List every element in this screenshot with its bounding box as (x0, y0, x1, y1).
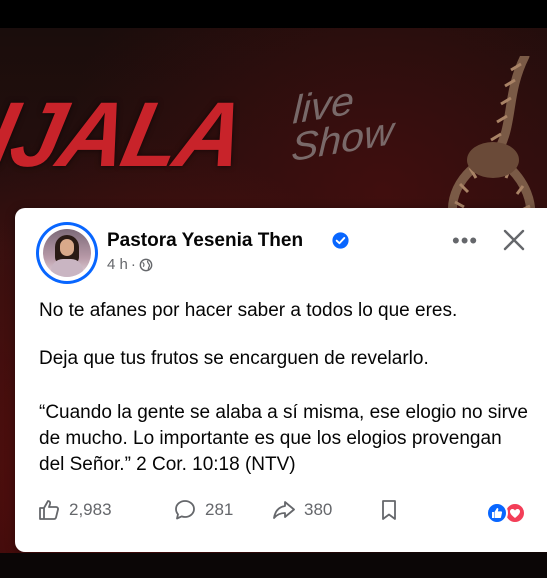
close-icon[interactable] (502, 228, 526, 252)
bottom-background (0, 553, 547, 578)
like-icon (39, 500, 59, 520)
author-name[interactable]: Pastora Yesenia Then (107, 230, 303, 252)
save-button[interactable] (377, 498, 401, 522)
like-count: 2,983 (69, 500, 112, 519)
top-black-bar (0, 0, 547, 28)
post-paragraph-2: Deja que tus frutos se encarguen de reve… (39, 348, 429, 369)
verified-badge-icon (332, 232, 349, 249)
author-avatar[interactable] (39, 225, 95, 281)
post-card[interactable]: Pastora Yesenia Then 4 h · ••• No te afa… (15, 208, 547, 552)
share-icon (273, 501, 295, 519)
post-time[interactable]: 4 h (107, 256, 128, 273)
share-button[interactable]: 380 (272, 498, 332, 522)
meta-separator: · (130, 256, 136, 273)
globe-icon (139, 258, 153, 271)
post-paragraph-3: “Cuando la gente se alaba a sí misma, es… (39, 402, 528, 475)
post-paragraph-1: No te afanes por hacer saber a todos lo … (39, 300, 458, 321)
post-meta: 4 h · (107, 256, 153, 273)
like-button[interactable]: 2,983 (37, 498, 112, 522)
avatar-photo (43, 229, 91, 277)
comment-button[interactable]: 281 (173, 498, 233, 522)
show-logo: IJALA live Show (0, 79, 394, 188)
comment-icon (175, 500, 195, 520)
more-options-button[interactable]: ••• (452, 228, 478, 254)
post-actions-bar: 2,983 281 380 (37, 498, 537, 528)
bookmark-icon (382, 500, 396, 520)
comment-count: 281 (205, 500, 234, 519)
like-reaction-icon (486, 502, 508, 524)
share-count: 380 (304, 500, 333, 519)
reactions-summary[interactable] (485, 501, 529, 525)
show-logo-text: IJALA (0, 84, 252, 186)
